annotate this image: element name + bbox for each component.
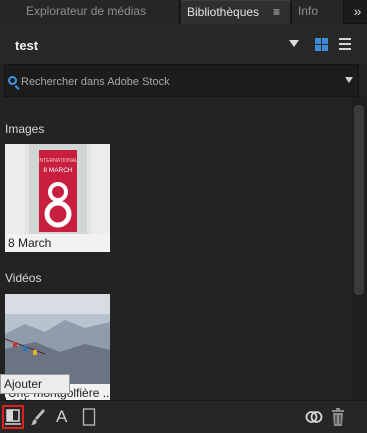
list-view-icon[interactable] [339,38,351,50]
tab-menu-icon[interactable]: ≡ [273,1,280,23]
section-title-images: Images [5,122,45,136]
scrollbar-thumb[interactable] [354,105,364,295]
tab-libraries[interactable]: Bibliothèques ≡ [181,0,291,24]
grid-view-icon[interactable] [315,38,328,51]
search-input[interactable] [21,74,321,90]
tab-info[interactable]: Info [292,0,344,24]
svg-text:INTERNATIONAL: INTERNATIONAL [38,158,78,164]
library-bar: test [0,24,367,64]
image-asset-card[interactable]: INTERNATIONAL 8 MARCH 8 March [5,144,110,252]
brush-icon[interactable] [31,407,47,427]
stock-search [4,64,359,97]
add-look-icon[interactable] [2,405,24,429]
tab-label: Bibliothèques [187,5,260,19]
more-tabs-icon[interactable]: » [348,0,367,24]
section-title-videos: Vidéos [5,271,42,285]
tab-label: Info [298,4,319,18]
library-name[interactable]: test [15,38,38,53]
tab-media-browser[interactable]: Explorateur de médias [0,0,180,24]
march-poster-image: INTERNATIONAL 8 MARCH [5,144,110,234]
library-dropdown-icon[interactable] [289,40,299,47]
search-icon [8,76,17,85]
trash-icon[interactable] [331,407,345,427]
search-dropdown-icon[interactable] [345,77,353,83]
tooltip: Ajouter Look [0,374,70,409]
video-thumbnail [5,294,110,384]
asset-label: 8 March [8,236,52,250]
text-icon[interactable]: A [56,407,70,427]
color-swatch-icon[interactable] [82,407,96,427]
panel-tab-bar: Explorateur de médias Bibliothèques ≡ In… [0,0,367,24]
bottom-toolbar: A [0,400,367,433]
content-scrollbar[interactable] [352,97,367,400]
creative-cloud-sync-icon[interactable] [305,407,323,427]
image-thumbnail: INTERNATIONAL 8 MARCH [5,144,110,234]
balloon-sky-image [5,294,110,384]
poster-title: 8 MARCH [43,167,73,174]
library-content: Images INTERNATIONAL 8 MARCH 8 March Vid… [0,97,352,400]
tab-label: Explorateur de médias [26,4,147,18]
